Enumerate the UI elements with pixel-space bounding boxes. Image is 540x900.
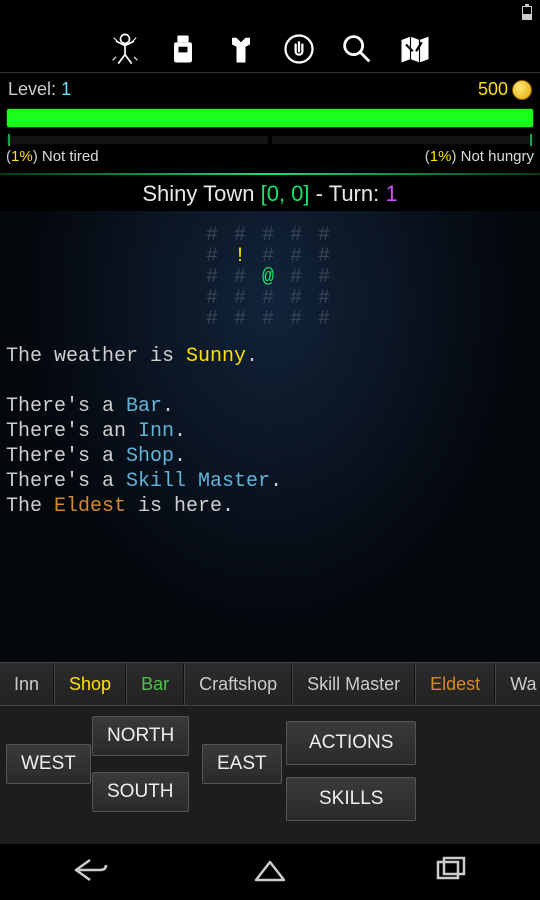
level-label: Level: (8, 79, 56, 99)
bag-icon[interactable] (161, 29, 205, 69)
stats-row: Level: 1 500 (0, 73, 540, 106)
west-button[interactable]: WEST (6, 744, 91, 784)
hp-bar (6, 108, 534, 128)
recent-icon[interactable] (430, 856, 470, 889)
android-status-bar (0, 0, 540, 26)
location-header: Shiny Town [0, 0] - Turn: 1 (0, 175, 540, 211)
north-button[interactable]: NORTH (92, 716, 189, 756)
place-tab-bar[interactable]: Bar (126, 663, 184, 705)
place-tab-craftshop[interactable]: Craftshop (184, 663, 292, 705)
android-nav-bar (0, 844, 540, 900)
place-tab-inn[interactable]: Inn (0, 663, 54, 705)
compass: NORTH SOUTH WEST EAST (6, 716, 276, 826)
place-line: There's a Skill Master. (6, 469, 534, 494)
hand-icon[interactable] (277, 29, 321, 69)
level-value: 1 (61, 79, 71, 99)
place-tabs: InnShopBarCraftshopSkill MasterEldestWa (0, 662, 540, 706)
skills-button[interactable]: SKILLS (286, 777, 416, 821)
place-line: There's a Shop. (6, 444, 534, 469)
tired-label: (1%) Not tired (6, 148, 99, 165)
map-icon[interactable] (393, 29, 437, 69)
hungry-label: (1%) Not hungry (425, 148, 534, 165)
place-tab-shop[interactable]: Shop (54, 663, 126, 705)
place-line: There's a Bar. (6, 394, 534, 419)
place-line: There's an Inn. (6, 419, 534, 444)
compass-area: NORTH SOUTH WEST EAST ACTIONS SKILLS (0, 706, 540, 844)
back-icon[interactable] (70, 856, 110, 889)
top-icon-bar (0, 26, 540, 72)
tired-hungry-bars (6, 136, 534, 144)
ascii-map: # # # # # # ! # # # # # @ # # # # # # # … (6, 225, 534, 330)
actions-button[interactable]: ACTIONS (286, 721, 416, 765)
east-button[interactable]: EAST (202, 744, 282, 784)
gold-value: 500 (478, 79, 508, 100)
body-icon[interactable] (103, 29, 147, 69)
place-tab-eldest[interactable]: Eldest (415, 663, 495, 705)
main-view: # # # # # # ! # # # # # @ # # # # # # # … (0, 211, 540, 662)
armor-icon[interactable] (219, 29, 263, 69)
battery-icon (522, 6, 532, 20)
place-tab-skill-master[interactable]: Skill Master (292, 663, 415, 705)
search-icon[interactable] (335, 29, 379, 69)
coin-icon (512, 80, 532, 100)
hungry-bar (272, 136, 534, 144)
description: The weather is Sunny. There's a Bar.Ther… (6, 344, 534, 519)
place-line: The Eldest is here. (6, 494, 534, 519)
tired-bar (6, 136, 268, 144)
place-tab-wa[interactable]: Wa (495, 663, 540, 705)
south-button[interactable]: SOUTH (92, 772, 189, 812)
weather-line: The weather is Sunny. (6, 344, 534, 369)
home-icon[interactable] (250, 856, 290, 889)
